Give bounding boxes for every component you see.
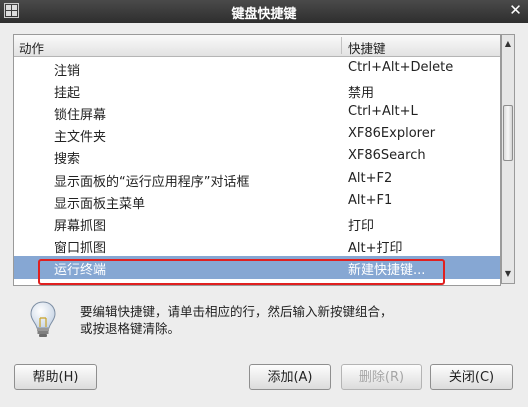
- scroll-down-arrow-icon[interactable]: ▼: [502, 267, 514, 281]
- column-header-action[interactable]: 动作: [19, 38, 44, 57]
- action-cell: 锁住屏幕: [54, 108, 107, 124]
- close-icon[interactable]: ✕: [507, 2, 524, 19]
- table-row[interactable]: 挂起 禁用: [14, 79, 500, 102]
- lightbulb-icon: [30, 301, 56, 337]
- scroll-up-arrow-icon[interactable]: ▲: [502, 37, 514, 51]
- action-cell: 注销: [54, 64, 81, 79]
- list-header: 动作 快捷键: [14, 35, 500, 57]
- help-button[interactable]: 帮助(H): [14, 364, 97, 390]
- shortcut-cell: 打印: [348, 218, 375, 234]
- shortcut-cell: Ctrl+Alt+Delete: [348, 60, 454, 75]
- title-bar: 键盘快捷键 ✕: [0, 0, 528, 23]
- window-title: 键盘快捷键: [231, 7, 297, 22]
- action-cell: 屏幕抓图: [54, 218, 107, 234]
- shortcut-cell: XF86Explorer: [348, 126, 436, 142]
- action-cell: 挂起: [54, 86, 81, 102]
- shortcut-cell: Alt+F1: [348, 192, 393, 208]
- table-row[interactable]: 窗口抓图 Alt+打印: [14, 234, 500, 257]
- shortcut-cell: Ctrl+Alt+L: [348, 104, 418, 120]
- shortcut-cell: XF86Search: [348, 148, 426, 164]
- column-header-shortcut[interactable]: 快捷键: [348, 38, 386, 57]
- vertical-scrollbar[interactable]: ▲ ▼: [501, 34, 515, 284]
- table-row[interactable]: 显示面板的“运行应用程序”对话框 Alt+F2: [14, 168, 500, 191]
- shortcut-cell: Alt+打印: [348, 240, 403, 256]
- action-cell: 主文件夹: [54, 130, 107, 146]
- table-row[interactable]: 锁住屏幕 Ctrl+Alt+L: [14, 101, 500, 124]
- table-row[interactable]: 显示面板主菜单 Alt+F1: [14, 190, 500, 213]
- scroll-thumb[interactable]: [503, 105, 513, 161]
- add-button[interactable]: 添加(A): [249, 364, 331, 390]
- hint-text: 要编辑快捷键，请单击相应的行，然后输入新按键组合，或按退格键清除。: [80, 304, 393, 336]
- close-button[interactable]: 关闭(C): [430, 364, 513, 390]
- table-row[interactable]: 注销 Ctrl+Alt+Delete: [14, 57, 500, 80]
- shortcut-cell: Alt+F2: [348, 170, 393, 186]
- shortcut-list[interactable]: 动作 快捷键 注销 Ctrl+Alt+Delete 挂起 禁用锁住屏幕 Ctrl+Alt…: [13, 34, 501, 286]
- remove-button[interactable]: 删除(R): [341, 364, 422, 390]
- table-row[interactable]: 主文件夹 XF86Explorer: [14, 123, 500, 146]
- shortcut-cell: 禁用: [348, 86, 375, 102]
- annotation-highlight-box: [38, 259, 445, 285]
- action-cell: 窗口抓图: [54, 240, 107, 256]
- table-row[interactable]: 屏幕抓图 打印: [14, 212, 500, 235]
- table-row[interactable]: 搜索 XF86Search: [14, 145, 500, 168]
- action-cell: 显示面板的“运行应用程序”对话框: [54, 174, 250, 190]
- action-cell: 搜索: [54, 152, 81, 168]
- action-cell: 显示面板主菜单: [54, 196, 146, 212]
- column-divider: [341, 37, 342, 54]
